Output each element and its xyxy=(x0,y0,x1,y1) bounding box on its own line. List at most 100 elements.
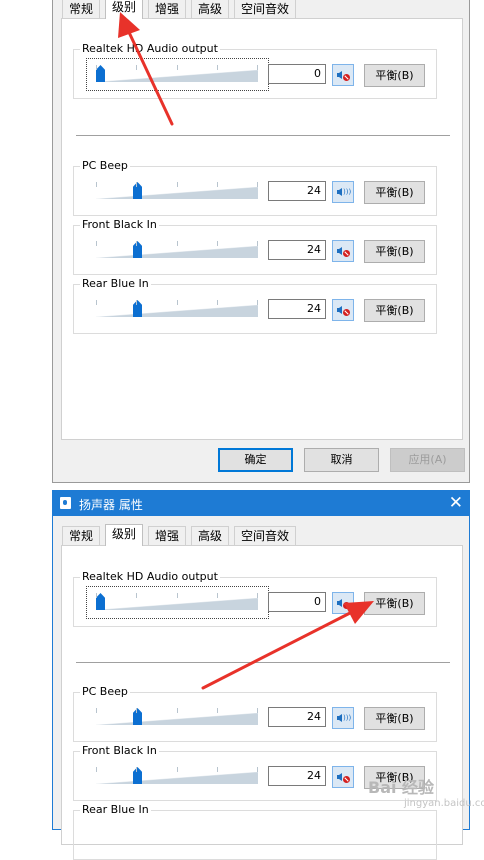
front-black-in-mute-button[interactable] xyxy=(332,240,354,262)
sound-waves-icon: ))) xyxy=(343,188,352,196)
slider-tick xyxy=(96,65,97,70)
master-output-group: Realtek HD Audio output 0 平衡(B) xyxy=(73,570,437,627)
master-level-input[interactable]: 0 xyxy=(268,592,326,612)
front-black-in-level-input[interactable]: 24 xyxy=(268,766,326,786)
front-black-in-volume-slider[interactable] xyxy=(96,766,258,788)
slider-track xyxy=(96,246,258,258)
device-label: Front Black In xyxy=(80,744,159,757)
master-output-group: Realtek HD Audio output 0 平衡(B) xyxy=(73,42,437,99)
front-black-in-level-input[interactable]: 24 xyxy=(268,240,326,260)
tab-advanced[interactable]: 高级 xyxy=(191,526,230,546)
front-black-in-mute-button[interactable] xyxy=(332,766,354,788)
tab-enhancements[interactable]: 增强 xyxy=(148,526,187,546)
levels-panel: Realtek HD Audio output 0 平衡(B) PC Beep … xyxy=(61,545,463,860)
master-balance-button[interactable]: 平衡(B) xyxy=(364,592,425,615)
slider-tick xyxy=(96,182,97,187)
slider-tick xyxy=(96,593,97,598)
device-label: Rear Blue In xyxy=(80,277,151,290)
device-label: PC Beep xyxy=(80,159,130,172)
slider-tick xyxy=(217,65,218,70)
muted-icon xyxy=(343,250,350,257)
tab-levels[interactable]: 级别 xyxy=(105,0,144,19)
rear-blue-in-level-input[interactable]: 24 xyxy=(268,299,326,319)
cancel-button[interactable]: 取消 xyxy=(304,448,379,472)
tab-enhancements[interactable]: 增强 xyxy=(148,0,187,19)
slider-thumb[interactable] xyxy=(96,593,105,610)
pc-beep-volume-slider[interactable] xyxy=(96,707,258,729)
speaker-app-icon xyxy=(60,497,71,509)
pc-beep-mute-button[interactable]: ))) xyxy=(332,707,354,729)
master-balance-button[interactable]: 平衡(B) xyxy=(364,64,425,87)
section-divider xyxy=(76,135,450,136)
slider-tick xyxy=(177,300,178,305)
watermark-logo: Bai 经验 xyxy=(368,778,435,797)
title-bar[interactable]: 扬声器 属性 ✕ xyxy=(53,491,469,516)
slider-tick xyxy=(217,708,218,713)
muted-icon xyxy=(343,776,350,783)
slider-tick xyxy=(177,767,178,772)
pc-beep-balance-button[interactable]: 平衡(B) xyxy=(364,181,425,204)
tab-advanced[interactable]: 高级 xyxy=(191,0,230,19)
device-label: PC Beep xyxy=(80,685,130,698)
speaker-icon xyxy=(337,773,342,781)
slider-thumb[interactable] xyxy=(133,241,142,258)
tab-spatial-sound[interactable]: 空间音效 xyxy=(234,526,297,546)
slider-tick xyxy=(136,767,137,772)
rear-blue-in-balance-button[interactable]: 平衡(B) xyxy=(364,299,425,322)
slider-thumb[interactable] xyxy=(96,65,105,82)
front-black-in-balance-button[interactable]: 平衡(B) xyxy=(364,240,425,263)
ok-button[interactable]: 确定 xyxy=(218,448,293,472)
slider-tick xyxy=(217,241,218,246)
front-black-in-volume-slider[interactable] xyxy=(96,240,258,262)
rear-blue-in-volume-slider[interactable] xyxy=(96,299,258,321)
apply-button[interactable]: 应用(A) xyxy=(390,448,465,472)
slider-tick xyxy=(257,300,258,305)
master-volume-slider[interactable] xyxy=(96,592,258,614)
tab-spatial-sound[interactable]: 空间音效 xyxy=(234,0,297,19)
slider-track xyxy=(96,70,258,82)
slider-tick xyxy=(136,300,137,305)
slider-tick xyxy=(96,300,97,305)
tab-levels[interactable]: 级别 xyxy=(105,524,144,546)
slider-tick xyxy=(96,708,97,713)
slider-track xyxy=(96,598,258,610)
master-level-input[interactable]: 0 xyxy=(268,64,326,84)
pc-beep-level-input[interactable]: 24 xyxy=(268,707,326,727)
levels-panel: Realtek HD Audio output 0 平衡(B) PC Beep … xyxy=(61,18,463,440)
master-volume-slider[interactable] xyxy=(96,64,258,86)
master-output-label: Realtek HD Audio output xyxy=(80,570,220,583)
slider-tick xyxy=(257,767,258,772)
speaker-icon xyxy=(337,71,342,79)
device-label: Rear Blue In xyxy=(80,803,151,816)
master-mute-button[interactable] xyxy=(332,64,354,86)
slider-thumb[interactable] xyxy=(133,300,142,317)
slider-tick xyxy=(177,182,178,187)
speaker-icon xyxy=(337,306,342,314)
slider-thumb[interactable] xyxy=(133,767,142,784)
master-mute-button[interactable] xyxy=(332,592,354,614)
pc-beep-balance-button[interactable]: 平衡(B) xyxy=(364,707,425,730)
slider-tick xyxy=(217,767,218,772)
slider-thumb[interactable] xyxy=(133,182,142,199)
slider-thumb[interactable] xyxy=(133,708,142,725)
section-divider xyxy=(76,662,450,663)
rear-blue-in-mute-button[interactable] xyxy=(332,299,354,321)
pc-beep-level-input[interactable]: 24 xyxy=(268,181,326,201)
device-group-rear-blue-in: Rear Blue In 24 平衡(B) xyxy=(73,277,437,334)
speaker-icon xyxy=(337,714,342,722)
slider-track xyxy=(96,713,258,725)
close-icon[interactable]: ✕ xyxy=(449,492,463,514)
speaker-icon xyxy=(337,599,342,607)
speaker-icon xyxy=(337,188,342,196)
slider-tick xyxy=(177,65,178,70)
tab-general[interactable]: 常规 xyxy=(62,526,101,546)
slider-tick xyxy=(96,241,97,246)
slider-tick xyxy=(177,593,178,598)
tab-general[interactable]: 常规 xyxy=(62,0,101,19)
pc-beep-mute-button[interactable]: ))) xyxy=(332,181,354,203)
slider-tick xyxy=(217,182,218,187)
slider-tick xyxy=(217,300,218,305)
master-output-label: Realtek HD Audio output xyxy=(80,42,220,55)
speaker-icon xyxy=(337,247,342,255)
pc-beep-volume-slider[interactable] xyxy=(96,181,258,203)
